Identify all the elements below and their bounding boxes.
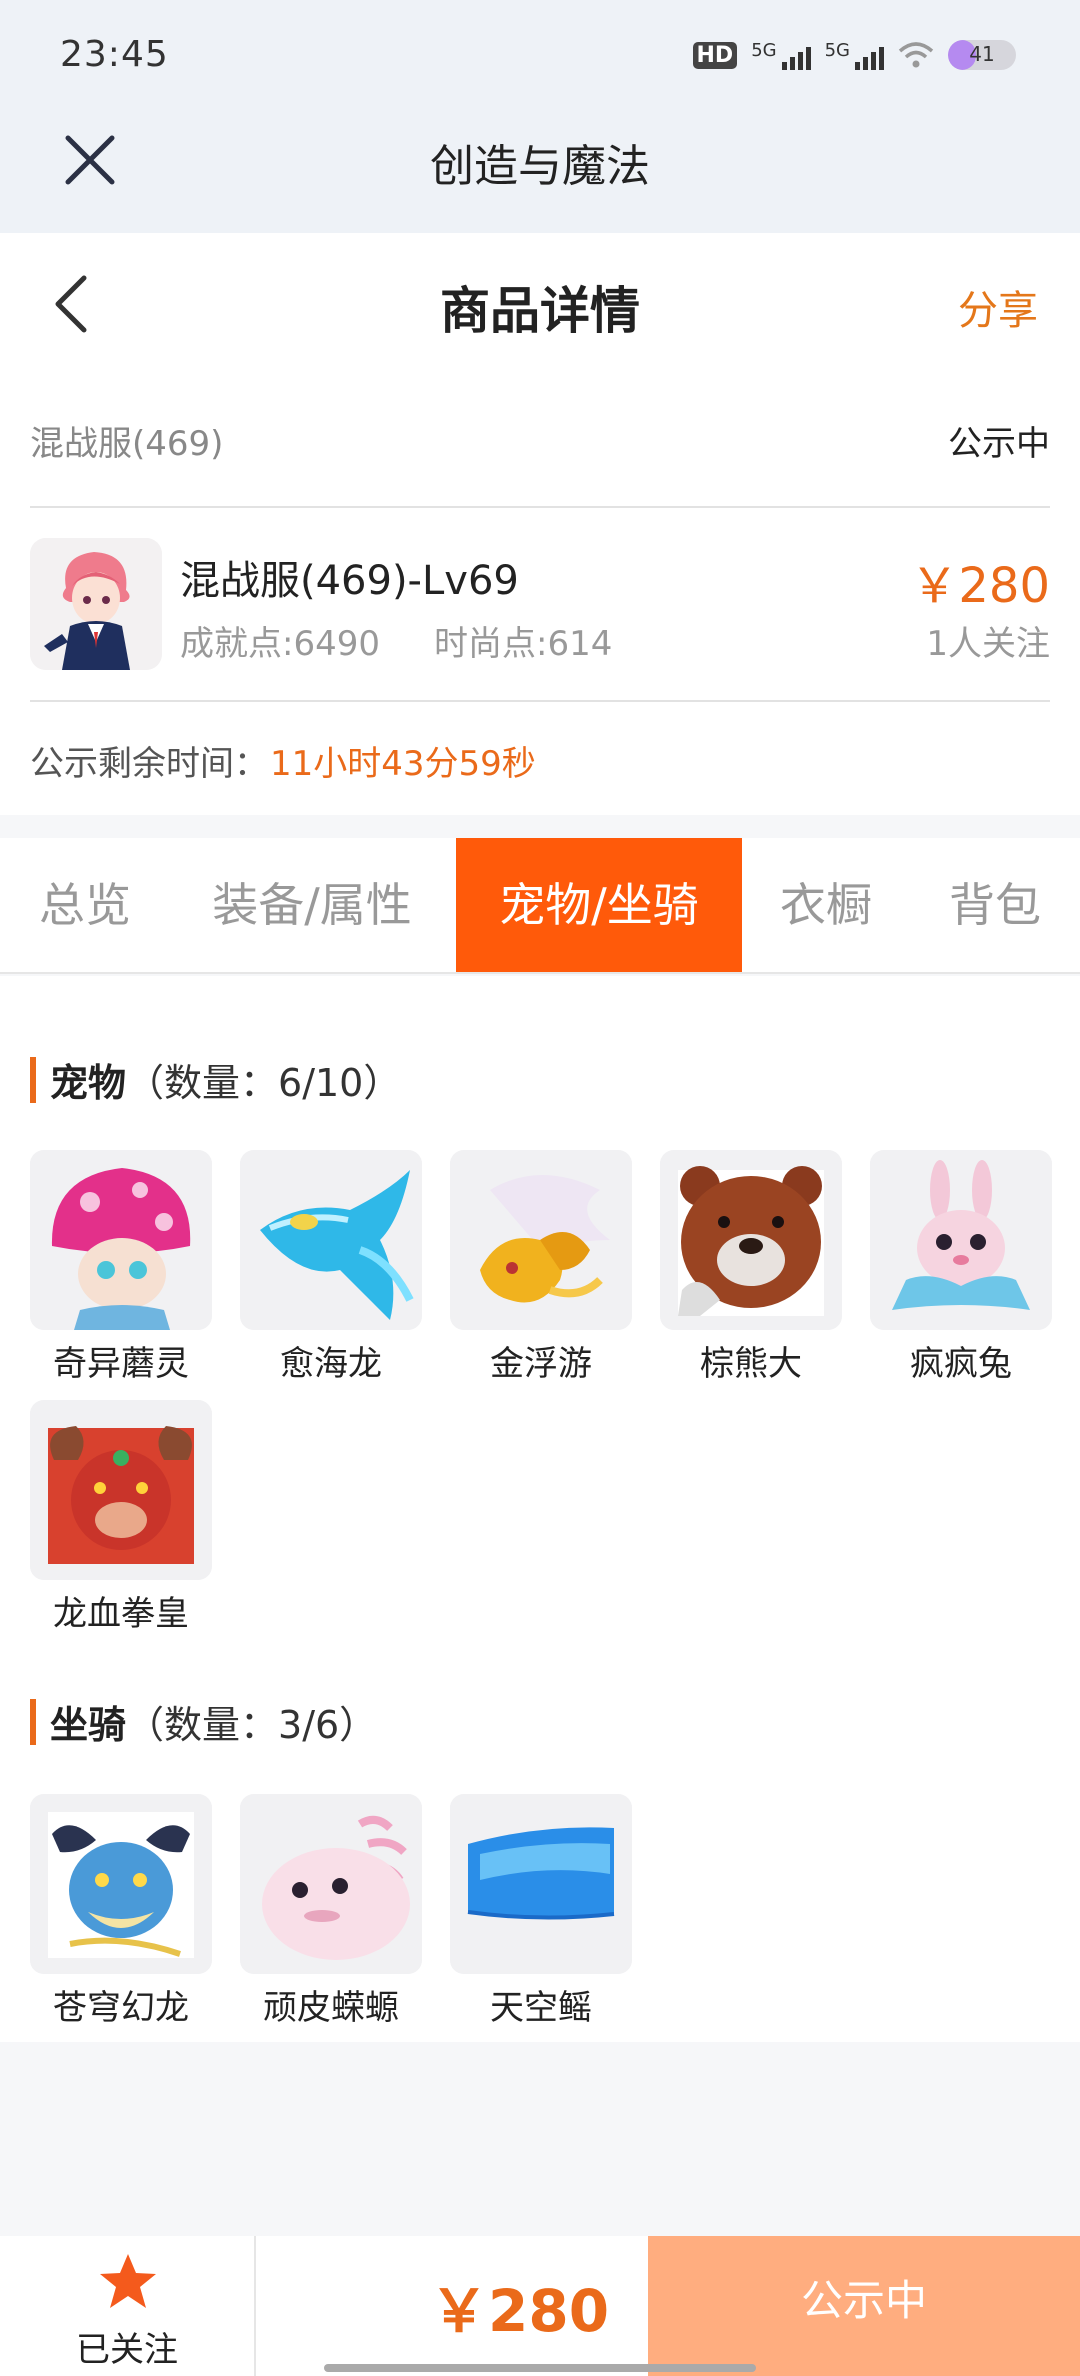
server-name: 混战服(469) <box>30 424 224 464</box>
signal-icon: 5G <box>825 40 884 70</box>
remaining-time-label: 公示剩余时间： <box>30 744 268 784</box>
pets-section-title: 宠物 （数量：6/10） <box>30 1052 401 1107</box>
public-status-button[interactable]: 公示中 <box>648 2236 1080 2376</box>
mount-name: 顽皮蝾螈 <box>263 1988 399 2028</box>
mount-tile[interactable]: 天空鳐 <box>450 1794 632 2029</box>
tab-wardrobe[interactable]: 衣橱 <box>756 838 896 972</box>
tab-pets-mounts[interactable]: 宠物/坐骑 <box>456 838 742 972</box>
horned-beast-pet-icon <box>30 1400 212 1580</box>
pet-tile[interactable]: 金浮游 <box>450 1150 632 1385</box>
tab-equipment[interactable]: 装备/属性 <box>182 838 442 972</box>
section-accent-bar <box>30 1056 36 1103</box>
pet-name: 愈海龙 <box>280 1344 382 1384</box>
brown-bear-pet-icon <box>660 1150 842 1330</box>
bottom-action-bar: 已关注 ￥280 公示中 <box>0 2236 1080 2376</box>
axolotl-mount-icon <box>240 1794 422 1974</box>
pet-tile[interactable]: 龙血拳皇 <box>30 1400 212 1635</box>
pets-count: （数量：6/10） <box>126 1061 402 1105</box>
mushroom-pet-icon <box>30 1150 212 1330</box>
status-time: 23:45 <box>60 34 169 75</box>
star-icon <box>100 2254 156 2308</box>
mount-tile[interactable]: 顽皮蝾螈 <box>240 1794 422 2029</box>
page-title: 商品详情 <box>440 282 640 340</box>
pet-tile[interactable]: 棕熊大 <box>660 1150 842 1385</box>
mount-name: 苍穹幻龙 <box>53 1988 189 2028</box>
character-avatar <box>30 538 162 670</box>
home-indicator[interactable] <box>324 2364 756 2372</box>
sky-ray-mount-icon <box>450 1794 632 1974</box>
mounts-section-title: 坐骑 （数量：3/6） <box>30 1694 377 1749</box>
signal-icon: 5G <box>751 40 811 70</box>
tab-bar: 总览 装备/属性 宠物/坐骑 衣橱 背包 <box>0 838 1080 974</box>
sky-dragon-mount-icon <box>30 1794 212 1974</box>
pet-name: 金浮游 <box>490 1344 592 1384</box>
top-bar: 23:45 HD 5G 5G 41 创造与魔法 <box>0 0 1080 233</box>
golden-dragon-pet-icon <box>450 1150 632 1330</box>
pet-tile[interactable]: 奇异蘑灵 <box>30 1150 212 1385</box>
mount-tile[interactable]: 苍穹幻龙 <box>30 1794 212 2029</box>
character-avatar-icon <box>30 538 162 670</box>
pet-tile[interactable]: 愈海龙 <box>240 1150 422 1385</box>
status-badge: 公示中 <box>948 424 1050 464</box>
rabbit-pet-icon <box>870 1150 1052 1330</box>
remaining-time-value: 11小时43分59秒 <box>270 744 536 784</box>
hd-icon: HD <box>692 41 738 69</box>
pets-mounts-panel: 宠物 （数量：6/10） 奇异蘑灵 愈海龙 金浮游 棕熊大 疯疯兔 龙血拳皇 坐… <box>0 976 1080 2042</box>
tab-backpack[interactable]: 背包 <box>920 838 1070 972</box>
sea-dragon-pet-icon <box>240 1150 422 1330</box>
mini-app-title: 创造与魔法 <box>430 141 650 192</box>
pet-name: 棕熊大 <box>700 1344 802 1384</box>
tab-overview[interactable]: 总览 <box>0 838 170 972</box>
mount-name: 天空鳐 <box>490 1988 592 2028</box>
pet-tile[interactable]: 疯疯兔 <box>870 1150 1052 1385</box>
listing-price: ￥280 <box>910 558 1050 614</box>
share-button[interactable]: 分享 <box>958 278 1038 336</box>
mounts-title: 坐骑 <box>50 1703 127 1747</box>
achievement-points: 成就点:6490 <box>180 624 380 664</box>
follow-button[interactable]: 已关注 <box>0 2236 256 2376</box>
pet-name: 疯疯兔 <box>910 1344 1012 1384</box>
pet-name: 龙血拳皇 <box>53 1594 189 1634</box>
bottom-price: ￥280 <box>430 2277 610 2345</box>
fashion-points: 时尚点:614 <box>434 624 613 664</box>
section-accent-bar <box>30 1698 36 1745</box>
listing-name: 混战服(469)-Lv69 <box>180 558 519 604</box>
pet-name: 奇异蘑灵 <box>53 1344 189 1384</box>
status-icons: HD 5G 5G 41 <box>692 40 1016 70</box>
follow-label: 已关注 <box>76 2330 178 2370</box>
mounts-count: （数量：3/6） <box>126 1703 378 1747</box>
divider <box>30 506 1050 508</box>
pets-title: 宠物 <box>50 1061 127 1105</box>
wifi-icon <box>898 42 934 68</box>
battery-icon: 41 <box>948 40 1016 70</box>
follower-count: 1人关注 <box>926 624 1050 664</box>
divider <box>30 700 1050 702</box>
